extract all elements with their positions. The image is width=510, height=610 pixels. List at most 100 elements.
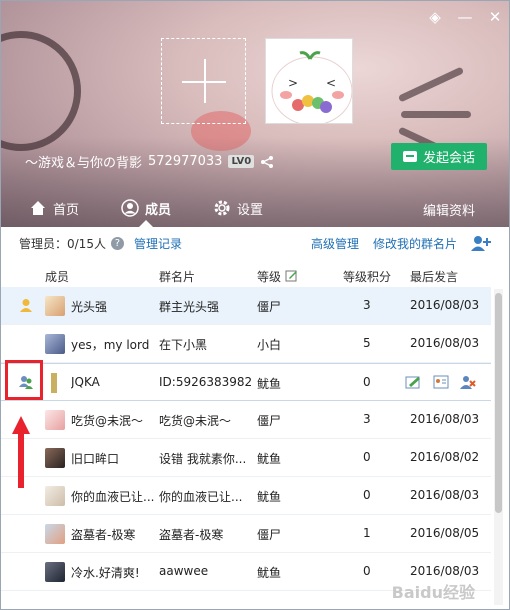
- group-name: ～游戏＆与你の背影: [25, 156, 143, 171]
- tab-members[interactable]: 成员: [111, 189, 181, 227]
- red-arrow-icon: [12, 416, 30, 488]
- help-icon[interactable]: ?: [110, 236, 124, 250]
- svg-text:<: <: [326, 76, 336, 90]
- member-level: 鱿鱼: [257, 566, 282, 580]
- cover-whisker: [401, 111, 471, 118]
- avatar[interactable]: [45, 486, 65, 506]
- member-level: 小白: [257, 338, 282, 352]
- member-last-speak: 2016/08/03: [410, 336, 480, 350]
- member-nick: 冷水.好清爽!: [71, 566, 140, 580]
- cover-decoration: [1, 31, 81, 151]
- edit-level-icon[interactable]: [285, 269, 298, 282]
- admin-log-link[interactable]: 管理记录: [134, 235, 182, 252]
- skin-icon[interactable]: ◈: [427, 9, 443, 25]
- tab-label: 首页: [53, 202, 80, 218]
- minimize-button[interactable]: —: [457, 9, 473, 25]
- member-level: 鱿鱼: [257, 452, 282, 466]
- tab-label: 成员: [145, 202, 172, 218]
- share-icon[interactable]: [260, 155, 274, 169]
- member-table-header: 成员 群名片 等级 等级积分 最后发言: [1, 265, 491, 287]
- watermark: Baidu经验: [391, 583, 475, 602]
- tab-label: 设置: [237, 202, 264, 218]
- member-last-speak: 2016/08/02: [410, 450, 480, 464]
- table-row[interactable]: 光头强 群主光头强 僵尸 3 2016/08/03: [1, 287, 491, 325]
- upload-cover-button[interactable]: [161, 38, 246, 124]
- member-level: 僵尸: [257, 300, 282, 314]
- group-profile-window: ◈ — ✕ > < ～游戏＆与你の背影 572977033 LV0 发起会话 首…: [0, 0, 510, 610]
- member-nick: 光头强: [71, 300, 108, 314]
- advanced-manage-link[interactable]: 高级管理: [311, 235, 359, 252]
- member-toolbar: 管理员：0/15人 ? 管理记录 高级管理 修改我的群名片: [1, 227, 509, 259]
- member-last-speak: 2016/08/03: [410, 488, 480, 502]
- member-last-speak: 2016/08/03: [410, 412, 480, 426]
- table-row[interactable]: 吃货@未泯～ 吃货@未泯～ 僵尸 3 2016/08/03: [1, 401, 491, 439]
- window-controls: ◈ — ✕: [427, 9, 503, 25]
- avatar[interactable]: [45, 524, 65, 544]
- table-row[interactable]: 旧口眸口 设错 我就素你... 鱿鱼 0 2016/08/02: [1, 439, 491, 477]
- add-member-icon[interactable]: [471, 235, 491, 251]
- avatar[interactable]: [45, 410, 65, 430]
- member-level: 鱿鱼: [257, 490, 282, 504]
- edit-card-icon[interactable]: [405, 375, 421, 389]
- edit-profile-link[interactable]: 编辑资料: [423, 200, 475, 219]
- avatar[interactable]: [45, 296, 65, 316]
- group-number: 572977033: [148, 154, 223, 169]
- header-member[interactable]: 成员: [45, 268, 69, 285]
- tab-home[interactable]: 首页: [19, 189, 89, 227]
- table-row[interactable]: 你的血液已让... 你的血液已让... 鱿鱼 0 2016/08/03: [1, 477, 491, 515]
- table-row[interactable]: 盗墓者-极寒 盗墓者-极寒 僵尸 1 2016/08/05: [1, 515, 491, 553]
- avatar[interactable]: [45, 562, 65, 582]
- member-score: 1: [363, 526, 371, 540]
- avatar[interactable]: [45, 373, 65, 393]
- member-nick: 旧口眸口: [71, 452, 120, 466]
- member-list: 光头强 群主光头强 僵尸 3 2016/08/03 yes，my lord 在下…: [1, 287, 491, 591]
- header-level[interactable]: 等级: [257, 268, 281, 285]
- owner-icon: [20, 299, 32, 312]
- svg-text:>: >: [288, 76, 298, 90]
- profile-card-icon[interactable]: [433, 375, 449, 389]
- member-card: 盗墓者-极寒: [159, 528, 224, 542]
- start-chat-button[interactable]: 发起会话: [391, 143, 487, 170]
- member-nick: JQKA: [71, 375, 100, 389]
- member-card: ID:5926383982: [159, 375, 251, 389]
- modify-card-link[interactable]: 修改我的群名片: [373, 235, 457, 252]
- member-card: aawwee: [159, 564, 209, 578]
- avatar[interactable]: [45, 448, 65, 468]
- tab-settings[interactable]: 设置: [203, 189, 273, 227]
- scrollbar-thumb[interactable]: [495, 293, 502, 513]
- table-row[interactable]: yes，my lord 在下小黑 小白 5 2016/08/03: [1, 325, 491, 363]
- member-nick: 吃货@未泯～: [71, 414, 144, 428]
- avatar[interactable]: [45, 334, 65, 354]
- member-card: 吃货@未泯～: [159, 414, 232, 428]
- admin-count: 管理员：0/15人: [19, 236, 106, 251]
- chat-icon: [402, 151, 417, 162]
- header-card[interactable]: 群名片: [159, 268, 195, 285]
- member-score: 0: [363, 488, 371, 502]
- header-last-speak[interactable]: 最后发言: [410, 268, 458, 285]
- gear-icon: [214, 200, 230, 216]
- member-score: 0: [363, 564, 371, 578]
- member-last-speak: 2016/08/03: [410, 298, 480, 312]
- cover-whisker: [397, 66, 465, 103]
- member-score: 5: [363, 336, 371, 350]
- member-nick: 你的血液已让...: [71, 490, 155, 504]
- close-button[interactable]: ✕: [487, 9, 503, 25]
- member-score: 3: [363, 412, 371, 426]
- highlight-box: [5, 360, 43, 400]
- member-list-scrollbar[interactable]: [494, 289, 503, 605]
- member-nick: yes，my lord: [71, 338, 150, 352]
- member-score: 3: [363, 298, 371, 312]
- member-card: 设错 我就素你...: [159, 452, 247, 466]
- home-icon: [31, 201, 45, 215]
- member-card: 群主光头强: [159, 300, 220, 314]
- start-chat-label: 发起会话: [422, 151, 475, 166]
- member-level: 僵尸: [257, 414, 282, 428]
- member-icon: [121, 199, 139, 217]
- group-avatar[interactable]: > <: [265, 38, 353, 124]
- header-score[interactable]: 等级积分: [343, 268, 391, 285]
- member-level: 僵尸: [257, 528, 282, 542]
- group-name-row: ～游戏＆与你の背影 572977033 LV0: [25, 152, 274, 171]
- table-row[interactable]: JQKA ID:5926383982 鱿鱼 0: [1, 363, 491, 401]
- remove-member-icon[interactable]: [460, 375, 476, 389]
- member-nick: 盗墓者-极寒: [71, 528, 136, 542]
